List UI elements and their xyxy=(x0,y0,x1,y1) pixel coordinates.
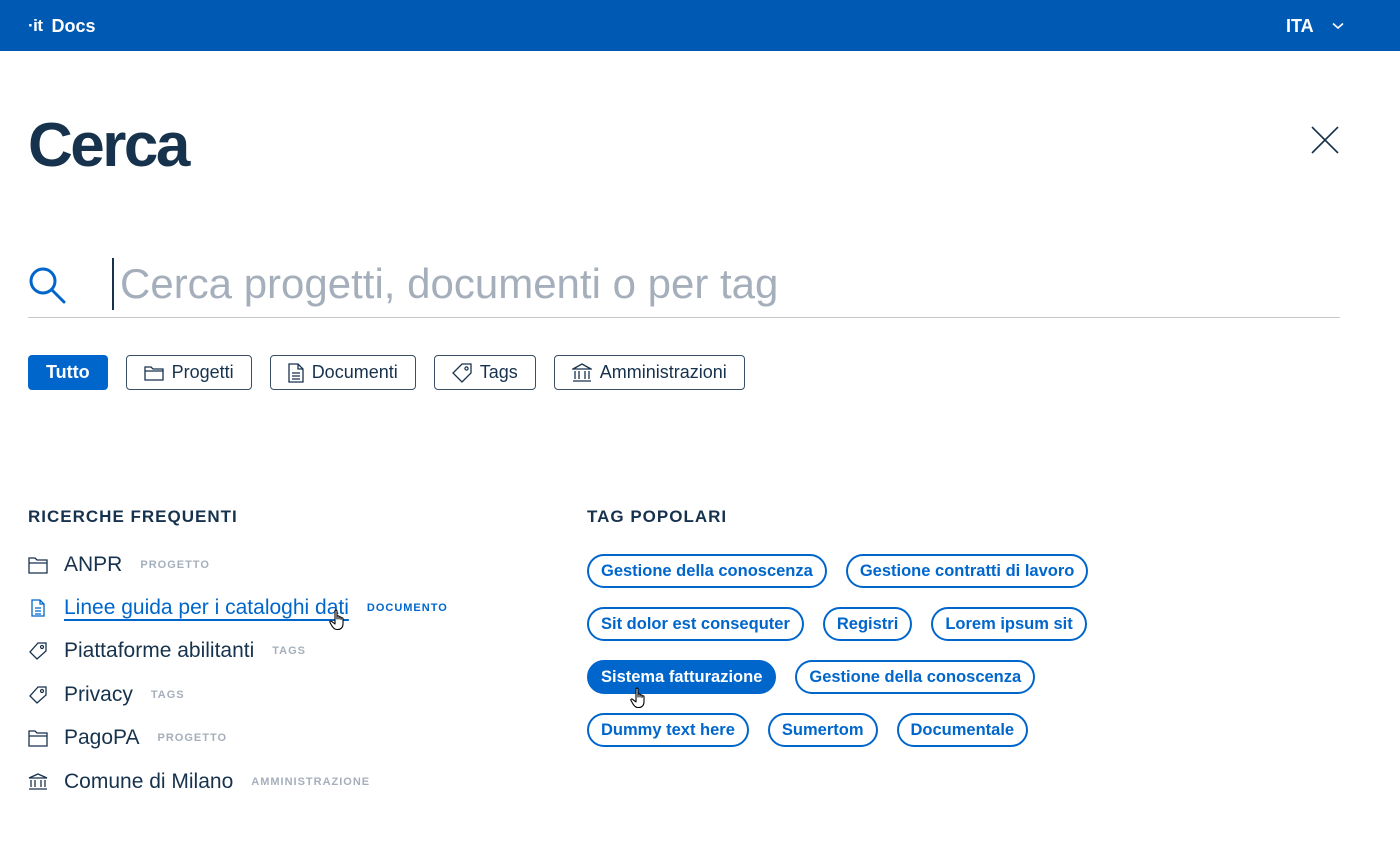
result-type-label: PROGETTO xyxy=(157,732,228,745)
filter-label: Tags xyxy=(479,362,518,382)
filter-label: Tutto xyxy=(46,362,90,382)
search-input[interactable] xyxy=(112,258,1312,310)
document-icon xyxy=(288,362,304,383)
tag-icon xyxy=(29,686,47,704)
document-icon xyxy=(31,599,45,617)
search-icon xyxy=(29,267,66,304)
hand-cursor-icon xyxy=(329,609,344,631)
tag-row: Gestione della conoscenza Gestione contr… xyxy=(587,554,1147,607)
filter-tags[interactable]: Tags xyxy=(433,355,536,390)
recent-search-link[interactable]: Privacy xyxy=(64,683,133,707)
tag-pill[interactable]: Sit dolor est consequter xyxy=(587,607,804,641)
close-button[interactable] xyxy=(1310,125,1340,155)
tag-row: Sistema fatturazione Gestione della cono… xyxy=(587,660,1147,713)
result-type-label: DOCUMENTO xyxy=(366,602,448,615)
language-selector[interactable]: ITA xyxy=(1286,14,1344,38)
tag-pill[interactable]: Gestione della conoscenza xyxy=(587,554,827,588)
tag-pill[interactable]: Sumertom xyxy=(767,713,878,747)
tag-pill[interactable]: Gestione contratti di lavoro xyxy=(845,554,1089,588)
filter-administrations[interactable]: Amministrazioni xyxy=(553,355,745,390)
recent-search-link[interactable]: PagoPA xyxy=(64,726,140,750)
folder-icon xyxy=(28,557,48,574)
result-type-label: AMMINISTRAZIONE xyxy=(251,775,371,788)
folder-icon xyxy=(143,365,164,381)
recent-search-link[interactable]: Piattaforme abilitanti xyxy=(64,639,254,663)
chevron-down-icon xyxy=(1332,22,1344,30)
tag-pill[interactable]: Dummy text here xyxy=(587,713,749,747)
folder-icon xyxy=(28,730,48,747)
tag-row: Dummy text here Sumertom Documentale xyxy=(587,713,1147,766)
filter-label: Amministrazioni xyxy=(599,362,727,382)
tag-pill[interactable]: Registri xyxy=(822,607,913,641)
list-item: PagoPA PROGETTO xyxy=(28,717,448,760)
language-label: ITA xyxy=(1286,15,1314,36)
recent-search-link[interactable]: ANPR xyxy=(64,553,122,577)
tag-icon xyxy=(29,642,47,661)
brand-name: Docs xyxy=(51,15,96,36)
list-item: Linee guida per i cataloghi dati DOCUMEN… xyxy=(28,586,448,629)
filter-projects[interactable]: Progetti xyxy=(125,355,252,390)
institution-icon xyxy=(571,362,592,382)
list-item: Privacy TAGS xyxy=(28,673,448,716)
tag-pill[interactable]: Lorem ipsum sit xyxy=(931,607,1087,641)
list-item: Comune di Milano AMMINISTRAZIONE xyxy=(28,760,448,803)
close-icon xyxy=(1311,126,1339,154)
result-type-label: TAGS xyxy=(150,688,185,701)
brand-logo[interactable]: ·it Docs xyxy=(28,14,96,38)
recent-search-link[interactable]: Comune di Milano xyxy=(64,770,233,794)
list-item: Piattaforme abilitanti TAGS xyxy=(28,630,448,673)
tag-icon xyxy=(451,362,472,383)
top-header: ·it Docs ITA xyxy=(0,0,1400,51)
result-type-label: PROGETTO xyxy=(140,558,210,571)
recent-search-link[interactable]: Linee guida per i cataloghi dati xyxy=(64,596,349,620)
popular-tags: Gestione della conoscenza Gestione contr… xyxy=(587,554,1147,766)
recent-searches-heading: RICERCHE FREQUENTI xyxy=(28,507,238,526)
filter-documents[interactable]: Documenti xyxy=(269,355,416,390)
tag-pill-active[interactable]: Sistema fatturazione xyxy=(587,660,777,694)
result-type-label: TAGS xyxy=(272,645,307,658)
filter-label: Progetti xyxy=(171,362,234,382)
institution-icon xyxy=(28,772,48,790)
search-filters: Tutto Progetti Documenti Tags Amministra… xyxy=(28,355,763,390)
tag-pill[interactable]: Documentale xyxy=(896,713,1029,747)
brand-mark: ·it xyxy=(28,16,43,35)
tag-row: Sit dolor est consequter Registri Lorem … xyxy=(587,607,1147,660)
recent-searches-list: ANPR PROGETTO Linee guida per i catalogh… xyxy=(28,543,448,803)
page-title: Cerca xyxy=(28,111,190,180)
tag-pill[interactable]: Gestione della conoscenza xyxy=(795,660,1036,694)
list-item: ANPR PROGETTO xyxy=(28,543,448,586)
filter-all[interactable]: Tutto xyxy=(28,355,108,390)
hand-cursor-icon xyxy=(630,687,645,709)
popular-tags-heading: TAG POPOLARI xyxy=(587,507,728,526)
search-bar xyxy=(28,252,1340,318)
filter-label: Documenti xyxy=(311,362,398,382)
